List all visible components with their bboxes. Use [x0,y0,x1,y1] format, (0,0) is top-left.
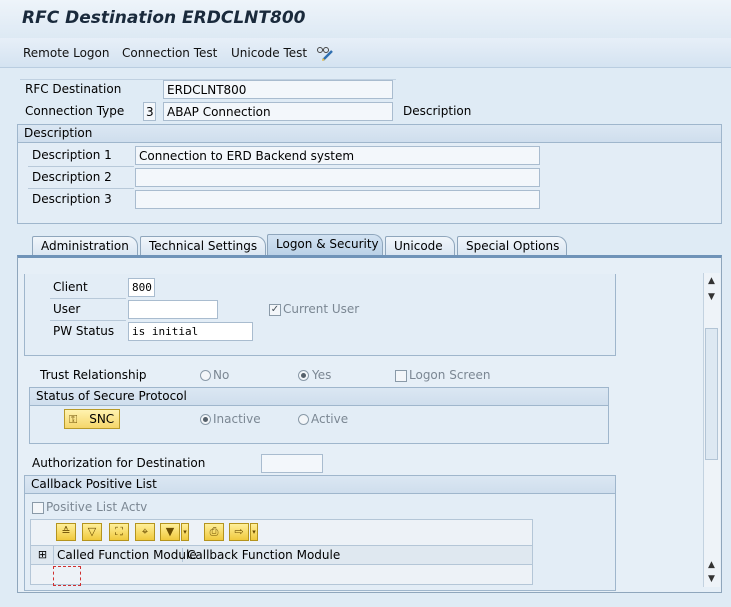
filter-icon[interactable]: ▼ [160,523,180,541]
tab-unicode[interactable]: Unicode [385,236,455,256]
user-label: User [53,302,81,316]
page-title: RFC Destination ERDCLNT800 [22,8,306,28]
table-cell-cursor[interactable] [53,566,81,586]
application-toolbar [0,38,731,68]
current-user-checkbox[interactable]: ✓ Current User [269,302,359,316]
description-group-title: Description [18,125,721,143]
scroll-page-up-icon[interactable]: ▼ [703,290,720,304]
checkbox-empty-icon [395,369,407,382]
radio-on-icon [298,370,309,381]
tab-administration[interactable]: Administration [32,236,138,256]
trust-no-label: No [213,368,230,382]
scroll-up-icon[interactable]: ▲ [703,274,720,288]
deselect-all-icon[interactable]: ▽ [82,523,102,541]
current-user-check-icon: ✓ [269,303,281,316]
rfc-destination-field[interactable]: ERDCLNT800 [163,80,393,99]
tab-special-options[interactable]: Special Options [457,236,567,256]
print-icon[interactable]: ⎙ [204,523,224,541]
inactive-label: Inactive [213,412,261,426]
trust-yes-radio[interactable]: Yes [298,368,331,382]
export-icon[interactable]: ⇨ [229,523,249,541]
pw-status-field: is initial [128,322,253,341]
scroll-page-down-icon[interactable]: ▲ [703,558,720,572]
filter-dropdown-icon[interactable]: ▾ [181,523,189,541]
connection-test-button[interactable]: Connection Test [122,46,217,60]
trust-no-radio[interactable]: No [200,368,229,382]
protocol-inactive-radio[interactable]: Inactive [200,412,261,426]
select-all-icon[interactable]: ≙ [56,523,76,541]
remote-logon-button[interactable]: Remote Logon [23,46,110,60]
radio-off-icon [200,370,211,381]
connection-type-field[interactable]: ABAP Connection [163,102,393,121]
column-called-function-module[interactable]: Called Function Module [56,548,197,562]
edit-glasses-icon[interactable] [316,44,334,62]
secure-protocol-title: Status of Secure Protocol [30,388,608,406]
description-1-field[interactable]: Connection to ERD Backend system [135,146,540,165]
find-icon[interactable]: ⛶ [109,523,129,541]
positive-list-checkbox[interactable]: Positive List Actv [32,500,147,514]
checkbox-empty-icon [32,501,44,514]
export-dropdown-icon[interactable]: ▾ [250,523,258,541]
pw-status-label: PW Status [53,324,115,338]
client-field[interactable]: 800 [128,278,155,297]
column-callback-function-module[interactable]: Callback Function Module [186,548,340,562]
callback-title: Callback Positive List [25,476,615,494]
connection-type-code-field[interactable]: 3 [143,102,156,121]
logon-screen-label: Logon Screen [409,368,491,382]
authorization-label: Authorization for Destination [32,456,206,470]
positive-list-label: Positive List Actv [46,500,148,514]
description-2-field[interactable] [135,168,540,187]
description-1-label: Description 1 [32,148,112,162]
tab-technical-settings[interactable]: Technical Settings [140,236,266,256]
find-next-icon[interactable]: ⌖ [135,523,155,541]
snc-button-label: SNC [89,412,115,426]
description-label: Description [403,104,472,118]
active-label: Active [311,412,349,426]
current-user-label: Current User [283,302,360,316]
radio-off-icon [298,414,309,425]
connection-type-label: Connection Type [25,104,125,118]
description-3-label: Description 3 [32,192,112,206]
user-field[interactable] [128,300,218,319]
snc-icon: ⚿ [69,413,78,426]
trust-relationship-label: Trust Relationship [40,368,147,382]
client-label: Client [53,280,88,294]
authorization-field[interactable] [261,454,323,473]
description-2-label: Description 2 [32,170,112,184]
rfc-destination-label: RFC Destination [25,82,122,96]
table-settings-icon[interactable]: ⊞ [32,546,54,564]
description-3-field[interactable] [135,190,540,209]
tab-logon-security[interactable]: Logon & Security [267,234,383,256]
trust-yes-label: Yes [312,368,332,382]
snc-button[interactable]: ⚿ SNC [64,409,120,429]
scrollbar-thumb[interactable] [705,328,718,460]
logon-screen-checkbox[interactable]: Logon Screen [395,368,490,382]
scroll-down-icon[interactable]: ▼ [703,572,720,586]
protocol-active-radio[interactable]: Active [298,412,348,426]
radio-on-icon [200,414,211,425]
unicode-test-button[interactable]: Unicode Test [231,46,307,60]
